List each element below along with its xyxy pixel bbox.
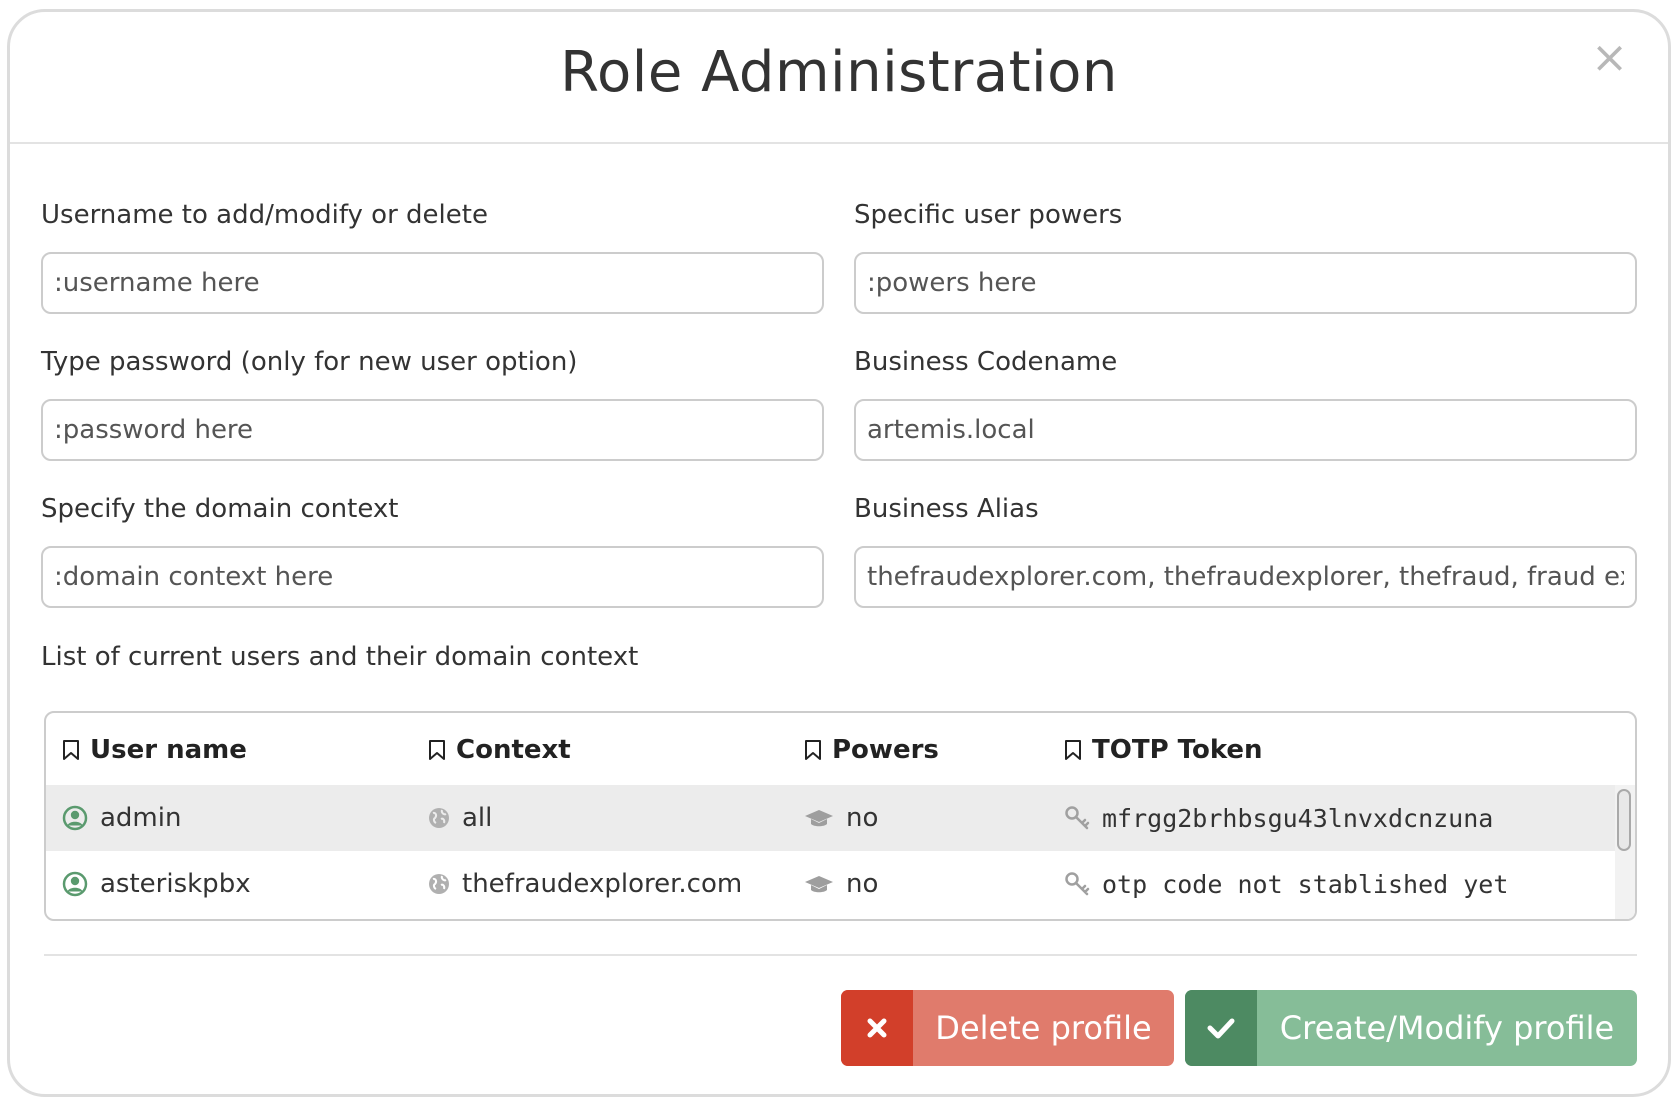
username-input[interactable] bbox=[41, 252, 824, 314]
table-scrollbar[interactable] bbox=[1615, 785, 1635, 919]
context-value: all bbox=[462, 803, 493, 833]
totp-value: mfrgg2brhbsgu43lnvxdcnzuna bbox=[1102, 803, 1494, 833]
column-header-label: User name bbox=[90, 735, 247, 765]
check-icon bbox=[1185, 990, 1257, 1066]
user-cell: asteriskpbx bbox=[62, 851, 251, 917]
column-header-user-name[interactable]: User name bbox=[62, 735, 247, 765]
delete-profile-button[interactable]: Delete profile bbox=[841, 990, 1174, 1066]
column-header-label: Powers bbox=[832, 735, 939, 765]
context-cell: all bbox=[428, 785, 492, 851]
column-header-context[interactable]: Context bbox=[428, 735, 571, 765]
bookmark-icon bbox=[429, 740, 445, 760]
business-alias-input[interactable] bbox=[854, 546, 1637, 608]
users-table: User name Context Powers TOTP Token admi… bbox=[44, 711, 1637, 921]
column-header-label: Context bbox=[456, 735, 571, 765]
table-header: User name Context Powers TOTP Token bbox=[46, 713, 1635, 785]
bookmark-icon bbox=[1065, 740, 1081, 760]
dialog-title: Role Administration bbox=[560, 40, 1118, 105]
globe-icon bbox=[429, 808, 449, 828]
create-modify-profile-button[interactable]: Create/Modify profile bbox=[1185, 990, 1637, 1066]
users-table-caption: List of current users and their domain c… bbox=[41, 642, 639, 672]
globe-icon bbox=[429, 874, 449, 894]
column-header-totp-token[interactable]: TOTP Token bbox=[1064, 735, 1263, 765]
key-icon bbox=[1065, 806, 1090, 830]
totp-cell: otp code not stablished yet bbox=[1064, 851, 1508, 917]
powers-cell: no bbox=[804, 785, 878, 851]
column-header-powers[interactable]: Powers bbox=[804, 735, 939, 765]
dialog-header: Role Administration × bbox=[10, 12, 1668, 144]
delete-profile-label: Delete profile bbox=[935, 1009, 1152, 1047]
column-header-label: TOTP Token bbox=[1092, 735, 1263, 765]
business-codename-label: Business Codename bbox=[854, 347, 1118, 377]
username-label: Username to add/modify or delete bbox=[41, 200, 488, 230]
powers-value: no bbox=[846, 869, 879, 899]
create-modify-profile-label: Create/Modify profile bbox=[1279, 1009, 1615, 1047]
scrollbar-thumb[interactable] bbox=[1617, 789, 1631, 851]
domain-context-input[interactable] bbox=[41, 546, 824, 608]
user-name: admin bbox=[100, 803, 182, 833]
context-value: thefraudexplorer.com bbox=[462, 869, 743, 899]
totp-value: otp code not stablished yet bbox=[1102, 869, 1509, 899]
totp-cell: mfrgg2brhbsgu43lnvxdcnzuna bbox=[1064, 785, 1493, 851]
key-icon bbox=[1065, 872, 1090, 896]
domain-context-label: Specify the domain context bbox=[41, 494, 399, 524]
business-alias-label: Business Alias bbox=[854, 494, 1039, 524]
business-codename-input[interactable] bbox=[854, 399, 1637, 461]
graduation-cap-icon bbox=[805, 876, 833, 893]
powers-input[interactable] bbox=[854, 252, 1637, 314]
user-circle-icon bbox=[62, 805, 88, 831]
times-icon bbox=[841, 990, 913, 1066]
powers-value: no bbox=[846, 803, 879, 833]
password-input[interactable] bbox=[41, 399, 824, 461]
role-administration-dialog: Role Administration × Username to add/mo… bbox=[7, 9, 1671, 1097]
table-row[interactable]: admin all no mfrgg2brhbsgu43lnvxdcnzuna bbox=[46, 785, 1619, 851]
password-label: Type password (only for new user option) bbox=[41, 347, 578, 377]
footer-divider bbox=[44, 954, 1637, 956]
user-circle-icon bbox=[62, 871, 88, 897]
user-name: asteriskpbx bbox=[100, 869, 251, 899]
close-icon[interactable]: × bbox=[1591, 36, 1628, 80]
bookmark-icon bbox=[805, 740, 821, 760]
graduation-cap-icon bbox=[805, 810, 833, 827]
powers-label: Specific user powers bbox=[854, 200, 1123, 230]
bookmark-icon bbox=[63, 740, 79, 760]
context-cell: thefraudexplorer.com bbox=[428, 851, 742, 917]
powers-cell: no bbox=[804, 851, 878, 917]
table-row[interactable]: asteriskpbx thefraudexplorer.com no otp … bbox=[46, 851, 1619, 917]
user-cell: admin bbox=[62, 785, 181, 851]
